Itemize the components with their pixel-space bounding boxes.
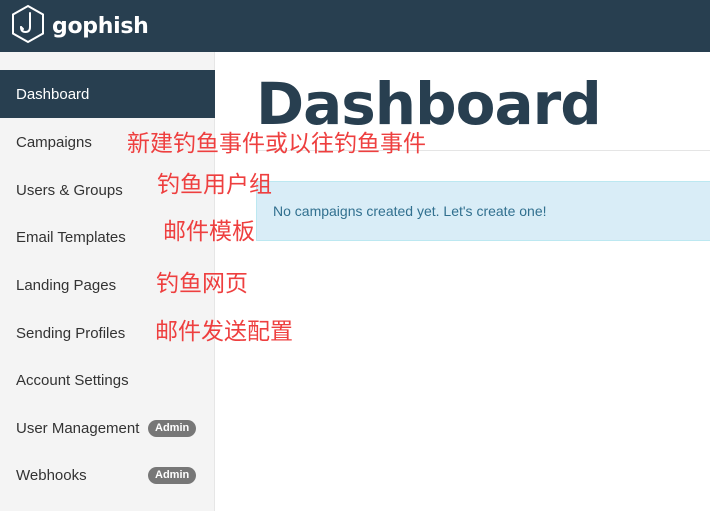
annotation-email-templates: 邮件模板 [163,219,255,245]
alert-message: No campaigns created yet. Let's create o… [273,203,547,219]
sidebar-item-user-management[interactable]: User Management Admin [0,404,215,452]
page-title: Dashboard [256,70,602,138]
sidebar-item-label: Account Settings [16,371,129,389]
brand-logo[interactable]: gophish [10,4,149,49]
admin-badge: Admin [148,420,197,437]
sidebar-item-label: Users & Groups [16,181,123,199]
brand-name: gophish [52,13,149,39]
empty-campaigns-alert: No campaigns created yet. Let's create o… [256,181,710,241]
annotation-users-groups: 钓鱼用户组 [157,172,272,198]
sidebar-item-label: Landing Pages [16,276,117,294]
sidebar-item-label: Webhooks [16,466,87,484]
annotation-landing-pages: 钓鱼网页 [156,271,248,297]
sidebar-item-label: Campaigns [16,133,92,151]
sidebar-item-label: Email Templates [16,228,126,246]
sidebar-item-dashboard[interactable]: Dashboard [0,70,215,118]
hook-hexagon-icon [10,4,46,49]
annotation-campaigns: 新建钓鱼事件或以往钓鱼事件 [127,131,426,157]
sidebar-item-label: Sending Profiles [16,324,126,342]
admin-badge: Admin [148,467,197,484]
sidebar-item-label: User Management [16,419,140,437]
sidebar-item-label: Dashboard [16,85,90,103]
sidebar-item-webhooks[interactable]: Webhooks Admin [0,451,215,499]
top-navbar: gophish [0,0,710,52]
sidebar-item-account-settings[interactable]: Account Settings [0,356,215,404]
annotation-sending-profiles: 邮件发送配置 [155,319,293,345]
